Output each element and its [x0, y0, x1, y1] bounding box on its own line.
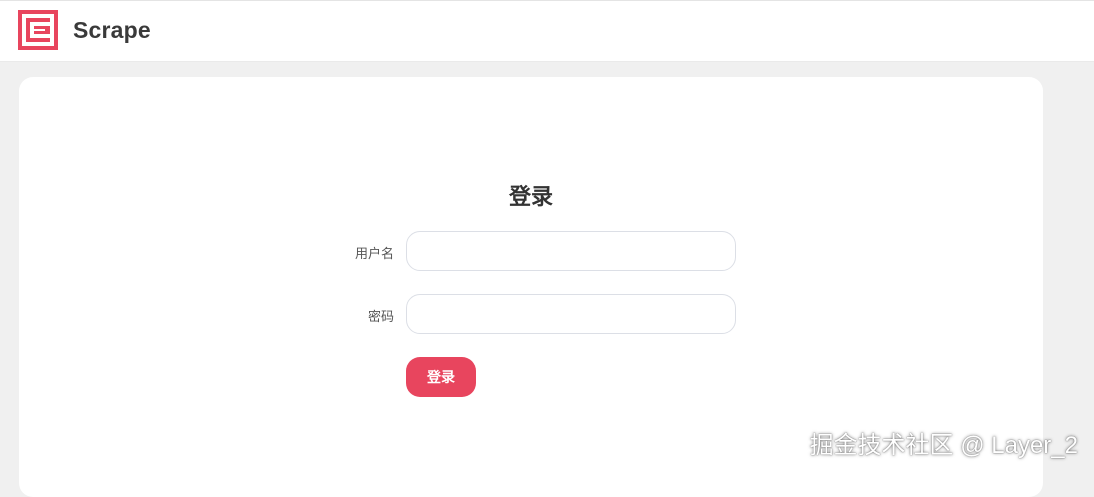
- username-label: 用户名: [354, 246, 394, 261]
- brand-name[interactable]: Scrape: [73, 17, 151, 44]
- top-navbar: Scrape: [0, 0, 1094, 62]
- page-title: 登录: [508, 184, 553, 209]
- login-button[interactable]: 登录: [406, 357, 476, 397]
- scrape-logo-icon[interactable]: [18, 10, 58, 50]
- watermark-text: 掘金技术社区 @ Layer_2: [809, 432, 1078, 459]
- password-label: 密码: [367, 309, 394, 324]
- username-input[interactable]: [406, 231, 736, 271]
- password-input[interactable]: [406, 294, 736, 334]
